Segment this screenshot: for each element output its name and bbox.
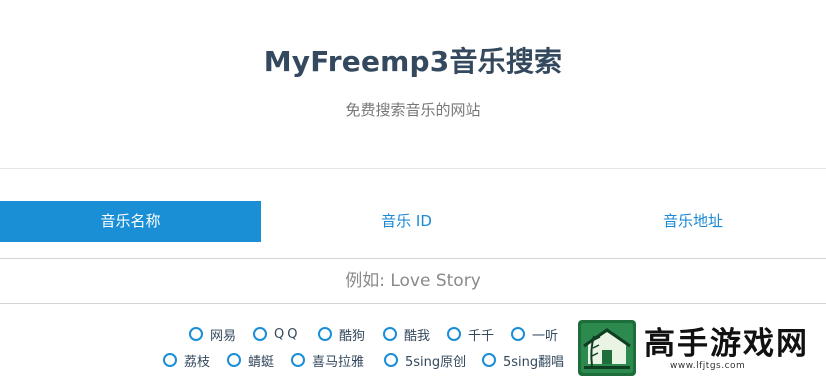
radio-icon[interactable] <box>253 327 267 341</box>
source-label: 荔枝 <box>184 354 211 370</box>
tab-song-id[interactable]: 音乐 ID <box>275 201 538 242</box>
site-watermark: 高手游戏网 www.lfjtgs.com <box>574 318 826 379</box>
source-label: 5sing原创 <box>405 354 467 370</box>
source-option-netease[interactable]: 网易 <box>189 323 236 345</box>
radio-icon[interactable] <box>511 327 525 341</box>
search-input[interactable] <box>0 259 826 303</box>
radio-icon[interactable] <box>447 327 461 341</box>
source-label: 酷狗 <box>339 328 366 344</box>
radio-icon[interactable] <box>318 327 332 341</box>
radio-icon[interactable] <box>227 353 241 367</box>
source-label: QQ <box>274 326 301 342</box>
radio-icon[interactable] <box>189 327 203 341</box>
source-label: 蜻蜓 <box>248 354 275 370</box>
header-divider <box>0 168 826 169</box>
radio-icon[interactable] <box>383 327 397 341</box>
source-label: 喜马拉雅 <box>312 354 365 370</box>
source-option-qianqian[interactable]: 千千 <box>447 323 494 345</box>
radio-icon[interactable] <box>163 353 177 367</box>
source-option-kugou[interactable]: 酷狗 <box>318 323 365 345</box>
watermark-url: www.lfjtgs.com <box>670 361 746 371</box>
source-option-qingting[interactable]: 蜻蜓 <box>227 349 274 371</box>
source-option-yiting[interactable]: 一听 <box>511 323 558 345</box>
source-option-5sing-cover[interactable]: 5sing翻唱 <box>482 349 564 371</box>
source-label: 千千 <box>468 328 495 344</box>
source-option-qq[interactable]: QQ <box>253 323 300 345</box>
source-option-ximalaya[interactable]: 喜马拉雅 <box>291 349 364 371</box>
source-option-kuwo[interactable]: 酷我 <box>383 323 430 345</box>
page-subtitle: 免费搜索音乐的网站 <box>345 101 481 119</box>
source-label: 5sing翻唱 <box>503 354 565 370</box>
source-option-lizhi[interactable]: 荔枝 <box>163 349 210 371</box>
search-type-tabs: 音乐名称 音乐 ID 音乐地址 <box>0 201 826 242</box>
radio-icon[interactable] <box>291 353 305 367</box>
search-box <box>0 258 826 304</box>
source-option-5sing-original[interactable]: 5sing原创 <box>384 349 466 371</box>
page-header: MyFreemp3音乐搜索 免费搜索音乐的网站 <box>0 0 826 168</box>
source-label: 网易 <box>210 328 237 344</box>
radio-icon[interactable] <box>384 353 398 367</box>
bamboo-house-logo-icon <box>578 320 636 376</box>
tab-song-url[interactable]: 音乐地址 <box>560 201 826 242</box>
source-label: 酷我 <box>404 328 431 344</box>
watermark-title: 高手游戏网 <box>644 326 809 362</box>
tab-song-name[interactable]: 音乐名称 <box>0 201 261 242</box>
radio-icon[interactable] <box>482 353 496 367</box>
source-label: 一听 <box>532 328 559 344</box>
page-title: MyFreemp3音乐搜索 <box>263 45 563 78</box>
